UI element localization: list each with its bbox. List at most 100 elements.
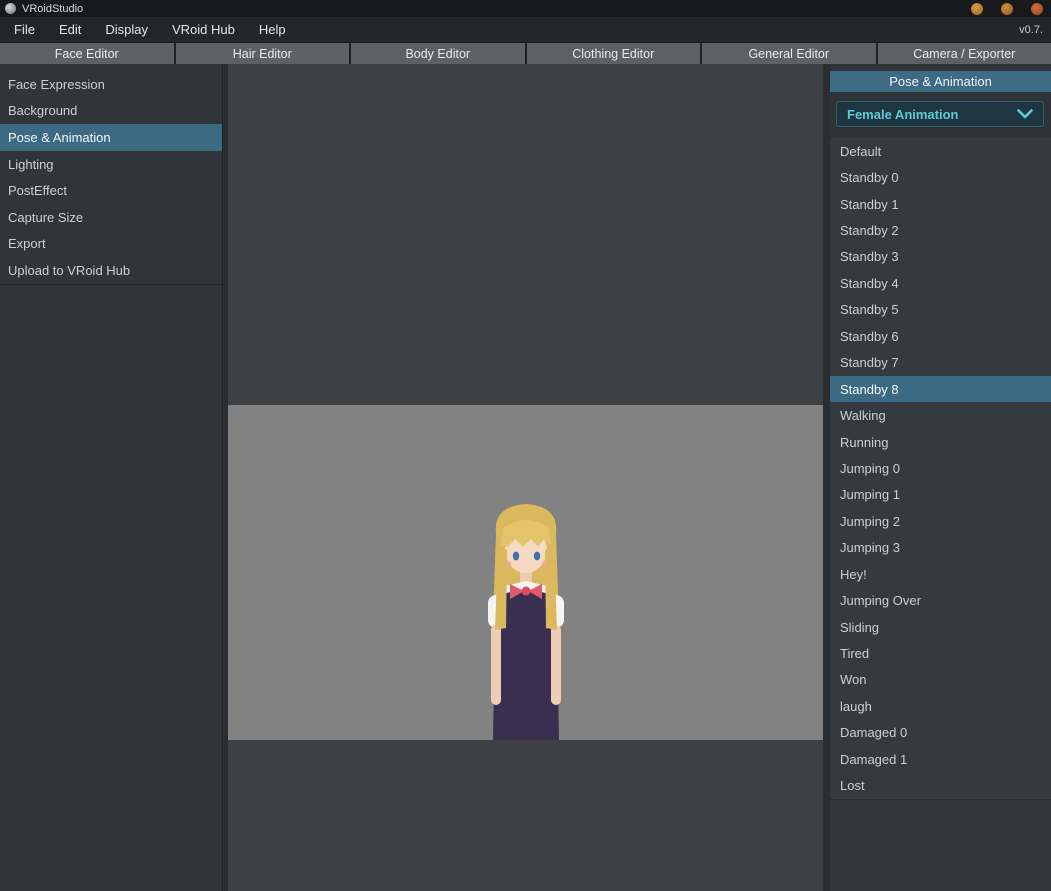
animation-list-item-label: Standby 0	[840, 170, 899, 186]
sidebar-item-label: Capture Size	[8, 209, 84, 225]
animation-list-item[interactable]: Jumping 2	[830, 508, 1051, 534]
editor-tab[interactable]: Face Editor	[0, 43, 174, 64]
menu-item[interactable]: Edit	[47, 18, 93, 41]
menu-item[interactable]: Display	[93, 18, 160, 41]
animation-category-dropdown[interactable]: Female Animation	[836, 101, 1044, 127]
viewport-backdrop-top	[228, 64, 823, 405]
maximize-icon[interactable]	[1001, 2, 1013, 15]
animation-list-item[interactable]: laugh	[830, 693, 1051, 719]
animation-list-item-label: Standby 4	[840, 275, 899, 291]
animation-list-item[interactable]: Lost	[830, 773, 1051, 799]
animation-list-item-label: Jumping 0	[840, 460, 900, 476]
animation-list-item[interactable]: Standby 5	[830, 297, 1051, 323]
animation-list: Default Standby 0 Standby 1 Standby 2 St…	[830, 138, 1051, 799]
menu-items: File Edit Display VRoid Hub Help	[2, 18, 298, 41]
animation-list-item[interactable]: Hey!	[830, 561, 1051, 587]
editor-tab[interactable]: Camera / Exporter	[877, 43, 1051, 64]
sidebar-item[interactable]: Upload to VRoid Hub	[0, 257, 222, 284]
animation-list-item[interactable]: Standby 3	[830, 244, 1051, 270]
sidebar-item[interactable]: PostEffect	[0, 177, 222, 204]
sidebar: Face Expression Background Pose & Animat…	[0, 64, 223, 891]
animation-list-item[interactable]: Damaged 0	[830, 720, 1051, 746]
sidebar-item-label: Pose & Animation	[8, 129, 111, 145]
animation-list-item[interactable]: Running	[830, 429, 1051, 455]
animation-list-item[interactable]: Jumping Over	[830, 587, 1051, 613]
animation-list-item[interactable]: Damaged 1	[830, 746, 1051, 772]
animation-list-item-label: laugh	[840, 698, 872, 714]
animation-list-item[interactable]: Jumping 1	[830, 482, 1051, 508]
animation-list-item-label: Damaged 1	[840, 751, 908, 767]
animation-list-item-label: Standby 2	[840, 223, 899, 239]
sidebar-item[interactable]: Lighting	[0, 151, 222, 178]
sidebar-item-label: Upload to VRoid Hub	[8, 262, 131, 278]
app-icon	[5, 3, 16, 14]
app-window: VRoidStudio File Edit Display VRoid Hub Help…	[0, 0, 1051, 891]
sidebar-item[interactable]: Pose & Animation	[0, 124, 222, 151]
sidebar-item[interactable]: Background	[0, 98, 222, 125]
animation-list-item[interactable]: Standby 7	[830, 350, 1051, 376]
viewport-capture-area	[228, 405, 823, 740]
sidebar-item[interactable]: Face Expression	[0, 71, 222, 98]
menu-item[interactable]: VRoid Hub	[160, 18, 247, 41]
character-model	[487, 504, 564, 740]
panel-title: Pose & Animation	[830, 71, 1051, 92]
editor-tab[interactable]: General Editor	[702, 43, 876, 64]
minimize-icon[interactable]	[971, 2, 983, 15]
animation-list-item-label: Standby 3	[840, 249, 899, 265]
animation-list-item[interactable]: Sliding	[830, 614, 1051, 640]
animation-list-item[interactable]: Standby 2	[830, 217, 1051, 243]
menu-item[interactable]: Help	[247, 18, 298, 41]
sidebar-item[interactable]: Export	[0, 231, 222, 258]
animation-list-item[interactable]: Standby 1	[830, 191, 1051, 217]
window-controls	[953, 2, 1043, 15]
animation-list-item-label: Standby 1	[840, 196, 899, 212]
editor-tab[interactable]: Body Editor	[351, 43, 525, 64]
animation-list-item[interactable]: Jumping 3	[830, 535, 1051, 561]
menubar: File Edit Display VRoid Hub Help v0.7.	[0, 17, 1051, 43]
animation-list-item-label: Standby 7	[840, 355, 899, 371]
editor-tab[interactable]: Clothing Editor	[526, 43, 700, 64]
animation-list-item-label: Won	[840, 672, 867, 688]
pose-animation-panel: Pose & Animation Female Animation Defaul…	[830, 64, 1051, 891]
animation-list-item-label: Running	[840, 434, 889, 450]
chevron-down-icon	[1017, 109, 1033, 119]
version-label: v0.7.	[1019, 23, 1043, 36]
animation-list-item[interactable]: Standby 4	[830, 270, 1051, 296]
animation-list-item-label: Standby 6	[840, 328, 899, 344]
window-title: VRoidStudio	[22, 2, 84, 15]
animation-list-item-label: Hey!	[840, 566, 867, 582]
animation-list-item-label: Tired	[840, 646, 870, 662]
menu-item[interactable]: File	[2, 18, 47, 41]
animation-list-item[interactable]: Default	[830, 138, 1051, 164]
dropdown-selected-value: Female Animation	[847, 106, 959, 122]
titlebar-left: VRoidStudio	[5, 3, 83, 15]
viewport-backdrop-bottom	[228, 740, 823, 891]
sidebar-item-label: Background	[8, 103, 78, 119]
animation-list-item-label: Jumping 3	[840, 540, 900, 556]
viewport-3d[interactable]	[228, 64, 823, 891]
animation-list-item-label: Damaged 0	[840, 725, 908, 741]
animation-list-item[interactable]: Standby 0	[830, 164, 1051, 190]
animation-list-item[interactable]: Standby 6	[830, 323, 1051, 349]
gutter-right	[823, 64, 830, 891]
animation-list-item-label: Jumping 1	[840, 487, 900, 503]
panel-footer	[830, 798, 1051, 891]
editor-tab[interactable]: Hair Editor	[175, 43, 349, 64]
animation-list-item-label: Walking	[840, 408, 886, 424]
sidebar-item[interactable]: Capture Size	[0, 204, 222, 231]
animation-list-item[interactable]: Won	[830, 667, 1051, 693]
animation-list-item[interactable]: Jumping 0	[830, 455, 1051, 481]
animation-list-item-label: Standby 5	[840, 302, 899, 318]
animation-list-item[interactable]: Tired	[830, 640, 1051, 666]
sidebar-item-label: Lighting	[8, 156, 54, 172]
animation-list-item-label: Jumping Over	[840, 593, 921, 609]
animation-list-item-label: Default	[840, 143, 882, 159]
animation-list-item-label: Lost	[840, 778, 865, 794]
titlebar: VRoidStudio	[0, 0, 1051, 17]
sidebar-item-label: Face Expression	[8, 76, 105, 92]
editor-tabbar: Face Editor Hair Editor Body Editor Clothin…	[0, 43, 1051, 64]
animation-list-item[interactable]: Walking	[830, 402, 1051, 428]
close-icon[interactable]	[1031, 2, 1043, 15]
sidebar-item-label: PostEffect	[8, 183, 68, 199]
animation-list-item[interactable]: Standby 8	[830, 375, 1051, 403]
